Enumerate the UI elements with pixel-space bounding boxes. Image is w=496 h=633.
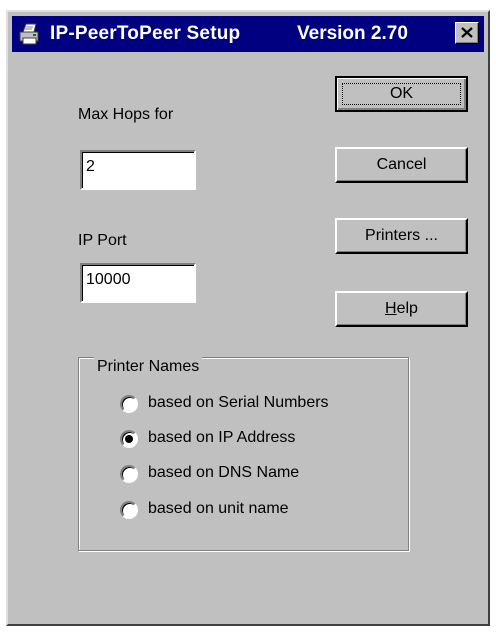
ip-port-input[interactable]: 10000 (80, 263, 196, 303)
radio-button-selected[interactable] (120, 430, 138, 448)
close-icon (461, 27, 473, 38)
printer-names-title: Printer Names (94, 357, 203, 377)
printer-names-group (78, 357, 409, 551)
close-button[interactable] (455, 22, 479, 44)
radio-button[interactable] (120, 465, 138, 483)
cancel-button-label: Cancel (376, 156, 427, 173)
ip-port-label: IP Port (78, 232, 127, 249)
help-button-label: elp (396, 300, 418, 317)
radio-label: based on IP Address (148, 429, 296, 446)
window-version: Version 2.70 (297, 23, 408, 44)
radio-label: based on Serial Numbers (148, 394, 329, 411)
printer-icon (19, 23, 39, 45)
radio-label: based on DNS Name (148, 464, 300, 481)
printers-button[interactable]: Printers ... (335, 218, 468, 254)
cancel-button[interactable]: Cancel (335, 147, 468, 183)
ok-button[interactable]: OK (335, 76, 468, 112)
radio-button[interactable] (120, 395, 138, 413)
window-title: IP-PeerToPeer Setup (50, 23, 241, 44)
help-button[interactable]: Help (335, 291, 468, 327)
radio-dot-icon (125, 435, 133, 443)
printers-button-label: Printers ... (365, 227, 438, 244)
title-bar[interactable]: IP-PeerToPeer Setup Version 2.70 (12, 16, 484, 52)
radio-label: based on unit name (148, 500, 289, 517)
radio-button[interactable] (120, 501, 138, 519)
max-hops-input[interactable]: 2 (80, 150, 196, 190)
focus-rectangle (342, 83, 461, 105)
max-hops-label: Max Hops for (78, 106, 174, 123)
help-button-mnemonic: H (385, 300, 397, 317)
setup-dialog: IP-PeerToPeer Setup Version 2.70 Max Hop… (6, 10, 490, 626)
